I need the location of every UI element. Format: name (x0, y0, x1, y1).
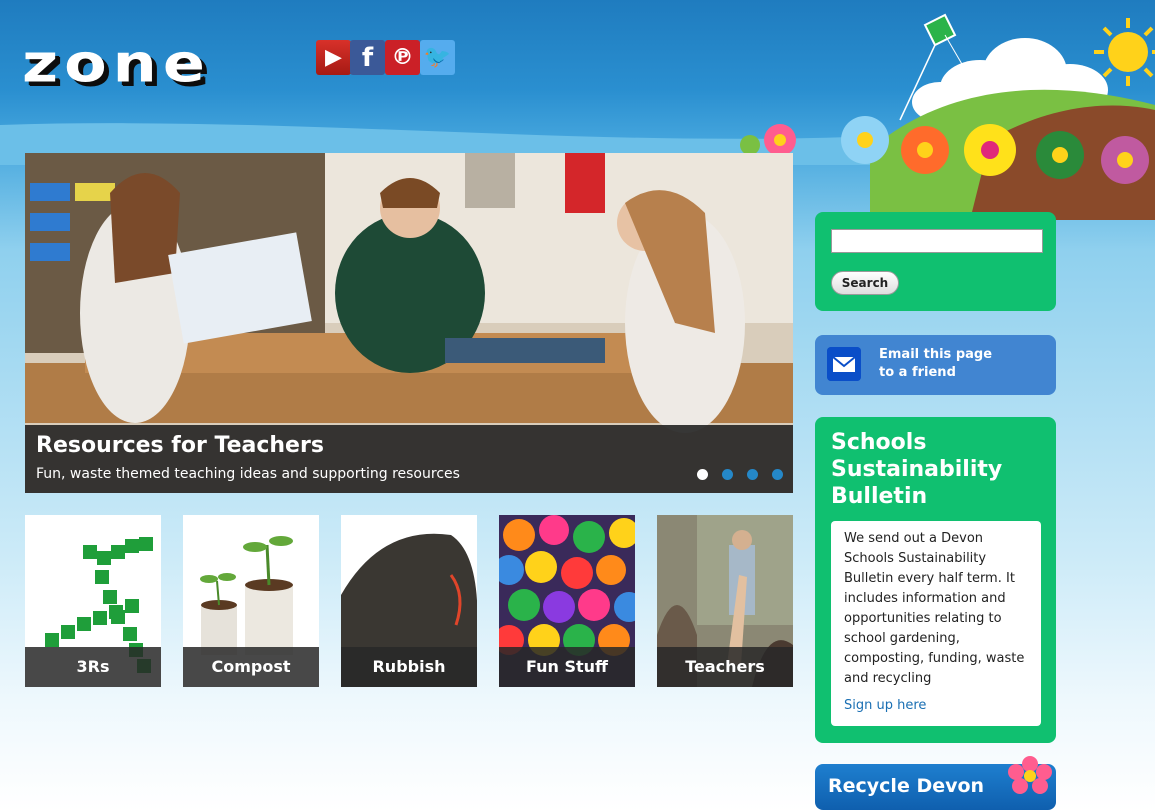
tile-fun-stuff[interactable]: Fun Stuff (499, 515, 635, 687)
search-button[interactable]: Search (831, 271, 899, 295)
header-scene-illustration (740, 13, 1155, 220)
tile-label: Teachers (657, 647, 793, 687)
tile-3rs[interactable]: 3Rs (25, 515, 161, 687)
search-input[interactable] (831, 229, 1043, 253)
search-panel: Search (815, 212, 1056, 311)
tile-label: Rubbish (341, 647, 477, 687)
email-friend-button[interactable]: Email this page to a friend (815, 335, 1056, 395)
tile-rubbish[interactable]: Rubbish (341, 515, 477, 687)
bulletin-title: Schools Sustainability Bulletin (831, 430, 1003, 509)
flower-icon (1008, 756, 1052, 794)
pinterest-icon[interactable]: ℗ (385, 40, 420, 75)
tile-teachers[interactable]: Teachers (657, 515, 793, 687)
tile-label: Compost (183, 647, 319, 687)
bulletin-body: We send out a Devon Schools Sustainabili… (831, 521, 1041, 726)
envelope-icon (827, 347, 861, 381)
slider-dots (697, 469, 783, 480)
hero-title[interactable]: Resources for Teachers (36, 433, 324, 458)
youtube-icon[interactable]: ▶ (316, 40, 351, 75)
tile-label: Fun Stuff (499, 647, 635, 687)
bulletin-text: We send out a Devon Schools Sustainabili… (844, 531, 1025, 686)
twitter-icon[interactable]: 🐦 (420, 40, 455, 75)
slider-dot-4[interactable] (772, 469, 783, 480)
recycle-devon-label: Recycle Devon (828, 775, 985, 797)
sign-up-link[interactable]: Sign up here (844, 698, 926, 713)
bulletin-panel: Schools Sustainability Bulletin We send … (815, 417, 1056, 743)
facebook-icon[interactable]: f (350, 40, 385, 75)
slider-dot-3[interactable] (747, 469, 758, 480)
slider-dot-1[interactable] (697, 469, 708, 480)
recycle-devon-banner[interactable]: Recycle Devon (815, 756, 1056, 810)
hero-subtitle: Fun, waste themed teaching ideas and sup… (36, 466, 460, 482)
email-label-line1: Email this page (879, 347, 993, 362)
email-label-line2: to a friend (879, 365, 956, 380)
email-label: Email this page to a friend (879, 346, 1029, 382)
hero-caption: Resources for Teachers Fun, waste themed… (25, 425, 793, 493)
tile-compost[interactable]: Compost (183, 515, 319, 687)
zone-logo[interactable]: zone (22, 34, 272, 94)
slider-dot-2[interactable] (722, 469, 733, 480)
tile-label: 3Rs (25, 647, 161, 687)
hero-slider[interactable]: Resources for Teachers Fun, waste themed… (25, 153, 793, 493)
sun-icon (1094, 18, 1155, 86)
